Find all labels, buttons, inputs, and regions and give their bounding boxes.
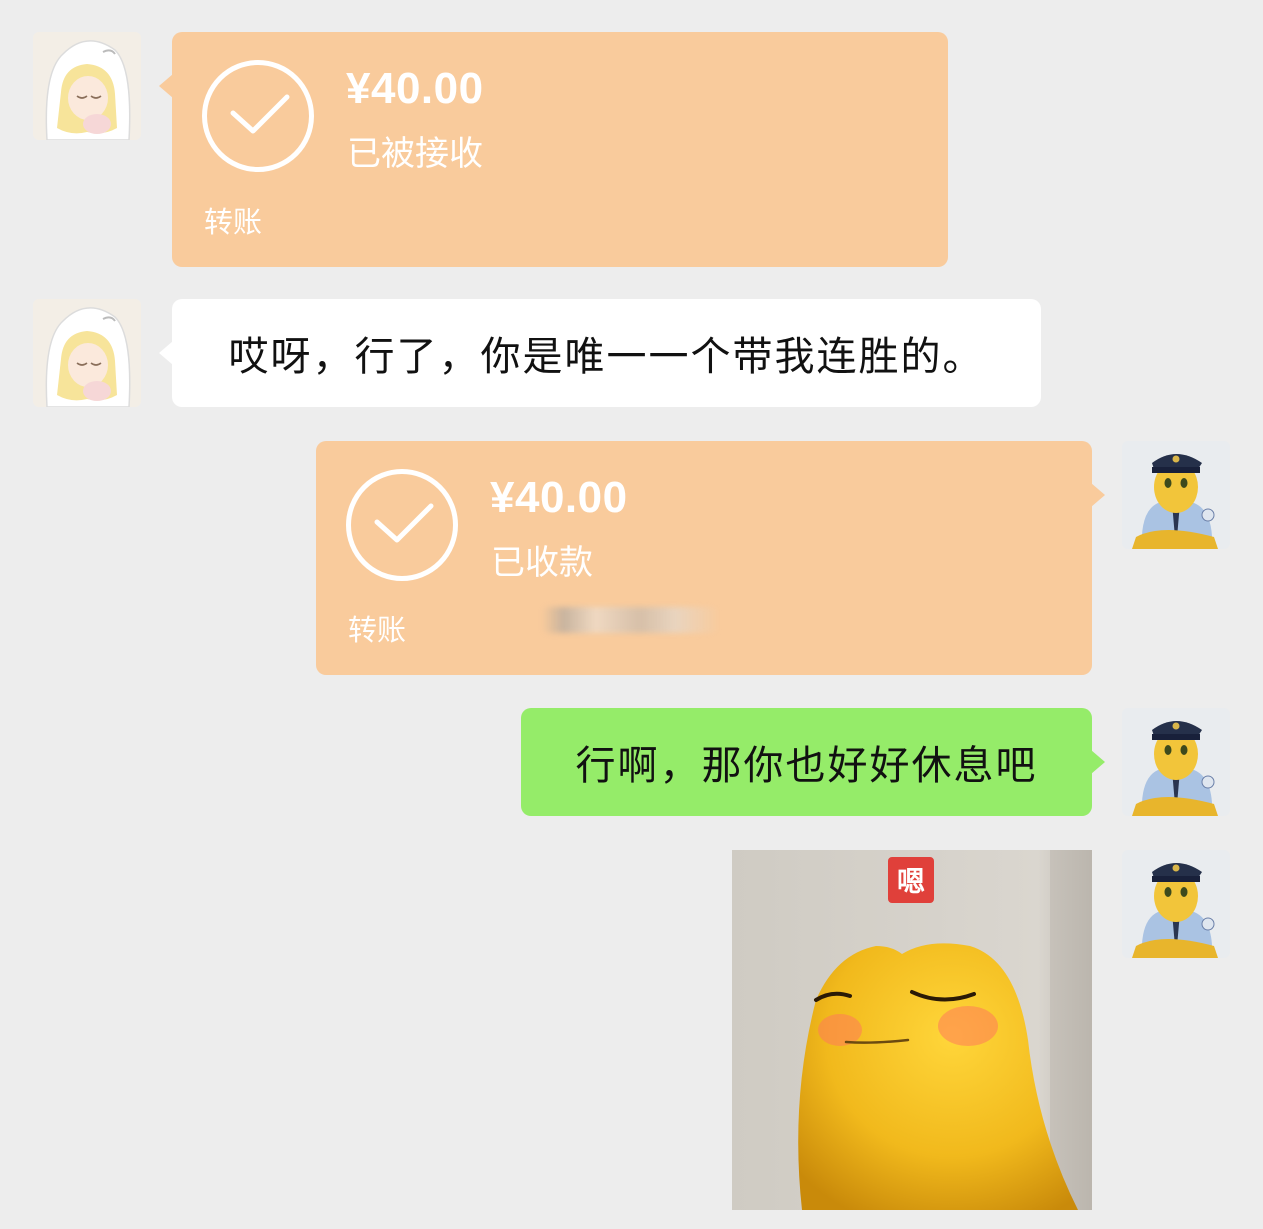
- anime-girl-avatar-icon: [33, 32, 141, 140]
- transfer-label: 转账: [204, 205, 263, 239]
- transfer-card-received[interactable]: ¥40.00 已被接收 转账: [159, 32, 948, 267]
- transfer-amount: ¥40.00: [346, 64, 484, 113]
- check-circle-icon: [346, 469, 458, 581]
- transfer-status: 已收款: [491, 543, 593, 583]
- message-text: 行啊，那你也好好休息吧: [575, 743, 1038, 789]
- bubble-tail: [159, 341, 173, 365]
- self-avatar[interactable]: [1122, 850, 1230, 958]
- message-text: 哎呀，行了，你是唯一一个带我连胜的。: [228, 334, 985, 380]
- transfer-label: 转账: [348, 613, 407, 647]
- check-circle-icon: [202, 60, 314, 172]
- transfer-amount: ¥40.00: [490, 473, 628, 522]
- police-character-avatar-icon: [1122, 441, 1230, 549]
- self-avatar[interactable]: [1122, 441, 1230, 549]
- bubble-tail: [1091, 483, 1105, 507]
- sticker-badge: 嗯: [888, 857, 934, 903]
- contact-avatar[interactable]: [33, 299, 141, 407]
- message-bubble-outgoing[interactable]: 行啊，那你也好好休息吧: [521, 708, 1105, 816]
- anime-girl-avatar-icon: [33, 299, 141, 407]
- message-bubble-incoming[interactable]: 哎呀，行了，你是唯一一个带我连胜的。: [159, 299, 1041, 407]
- contact-avatar[interactable]: [33, 32, 141, 140]
- sticker-image[interactable]: 嗯: [732, 850, 1092, 1210]
- bubble-tail: [1091, 750, 1105, 774]
- police-character-avatar-icon: [1122, 850, 1230, 958]
- transfer-status: 已被接收: [347, 134, 483, 174]
- yellow-bird-sticker-icon: [732, 850, 1092, 1210]
- bubble-tail: [159, 74, 173, 98]
- transfer-card-collected[interactable]: ¥40.00 已收款 转账: [316, 441, 1105, 675]
- self-avatar[interactable]: [1122, 708, 1230, 816]
- blurred-redaction: [542, 607, 720, 633]
- police-character-avatar-icon: [1122, 708, 1230, 816]
